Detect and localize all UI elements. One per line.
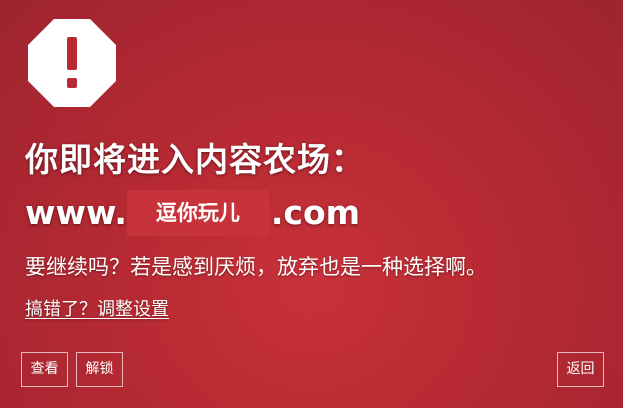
domain-prefix: www.	[25, 193, 127, 232]
domain-line: www. 逗你玩儿 .com	[25, 190, 360, 236]
octagon-exclamation-icon	[28, 19, 116, 107]
warning-message: 要继续吗？若是感到厌烦，放弃也是一种选择啊。	[25, 255, 487, 279]
back-button[interactable]: 返回	[557, 352, 604, 387]
warning-icon-container	[27, 18, 117, 108]
domain-redaction-box: 逗你玩儿	[126, 190, 269, 236]
adjust-settings-link[interactable]: 搞错了？调整设置	[25, 297, 169, 323]
view-button[interactable]: 查看	[21, 352, 68, 387]
unlock-button[interactable]: 解锁	[76, 352, 123, 387]
domain-suffix: .com	[270, 193, 361, 232]
page-title: 你即将进入内容农场：	[25, 140, 365, 179]
